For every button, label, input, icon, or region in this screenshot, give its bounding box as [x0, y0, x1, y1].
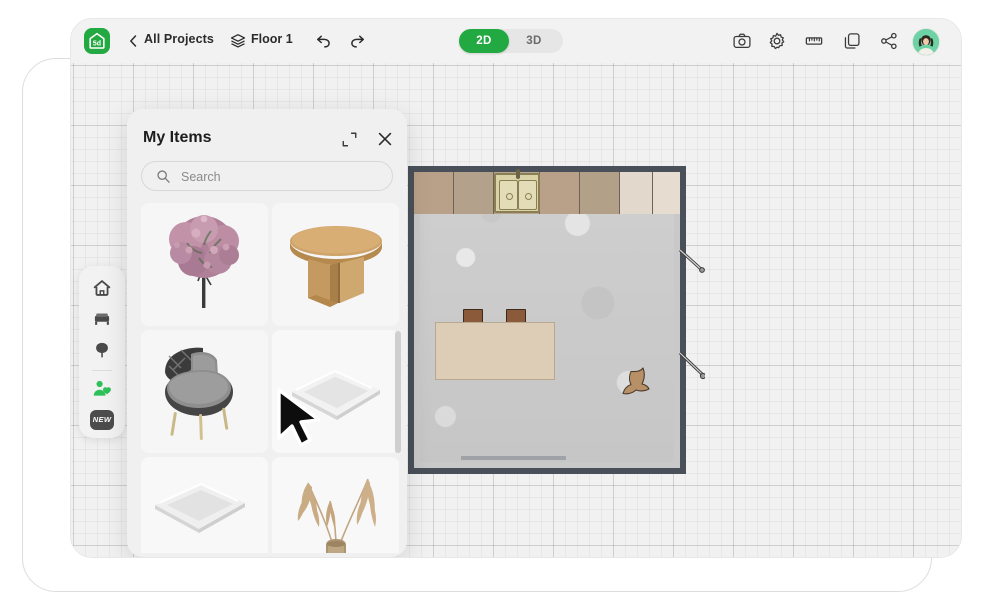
kitchen-sink[interactable] — [494, 169, 540, 213]
round-wooden-table-thumb — [272, 203, 399, 326]
ruler-icon[interactable] — [804, 31, 824, 51]
search-icon — [156, 169, 171, 184]
pampas-grass-vase-thumb — [272, 457, 399, 553]
view-mode-2d[interactable]: 2D — [459, 29, 509, 53]
expand-icon-svg — [342, 132, 357, 147]
panel-title: My Items — [143, 129, 212, 146]
chevron-left-icon — [130, 35, 137, 47]
undo-button[interactable] — [314, 31, 334, 51]
share-icon[interactable] — [879, 31, 899, 51]
home-icon — [93, 280, 111, 297]
counter-cabinet[interactable] — [620, 172, 653, 214]
planner5d-logo-icon: 5d — [89, 32, 105, 49]
scrollbar-thumb[interactable] — [395, 331, 401, 453]
copy-icon-svg — [844, 33, 860, 49]
sidebar-item-home[interactable] — [87, 276, 117, 301]
drain-icon — [525, 192, 532, 200]
user-avatar[interactable] — [912, 28, 940, 56]
back-button[interactable] — [125, 32, 141, 50]
kitchen-counter-row — [414, 172, 680, 214]
close-icon-svg — [378, 132, 392, 146]
gear-icon-svg — [769, 32, 785, 50]
white-square-plate-2-thumb — [141, 457, 268, 553]
counter-cabinet[interactable] — [454, 172, 494, 214]
floor-selector[interactable]: Floor 1 — [251, 32, 293, 46]
item-round-wooden-table[interactable] — [272, 203, 399, 326]
sink-basin-left — [499, 180, 518, 210]
layers-icon[interactable] — [229, 32, 247, 50]
svg-text:5d: 5d — [93, 40, 101, 47]
item-pampas-grass-vase[interactable] — [272, 457, 399, 553]
layers-icon-svg — [230, 34, 246, 48]
item-grey-lounge-chair[interactable] — [141, 330, 268, 453]
top-toolbar: 5d All Projects Floor 1 2D 3D — [71, 19, 961, 64]
sidebar-item-furniture[interactable] — [87, 307, 117, 332]
item-white-square-plate-2[interactable] — [141, 457, 268, 553]
faucet-icon — [516, 169, 520, 179]
door-swing-top[interactable] — [663, 246, 705, 282]
counter-cabinet[interactable] — [414, 172, 454, 214]
all-projects-link[interactable]: All Projects — [144, 32, 214, 46]
pink-flowering-tree-thumb — [141, 203, 268, 326]
redo-button[interactable] — [347, 31, 367, 51]
items-grid — [141, 203, 399, 553]
view-mode-toggle[interactable]: 2D 3D — [459, 29, 563, 53]
floor-texture — [420, 178, 674, 462]
dining-chair[interactable] — [463, 309, 483, 323]
item-white-square-plate[interactable] — [272, 330, 399, 453]
threshold-line — [461, 456, 566, 460]
close-icon[interactable] — [376, 130, 394, 148]
white-square-plate-thumb — [272, 330, 399, 453]
counter-cabinet[interactable] — [653, 172, 680, 214]
item-pink-flowering-tree[interactable] — [141, 203, 268, 326]
my-items-icon — [93, 380, 111, 396]
search-icon-svg — [157, 170, 170, 183]
avatar-image — [913, 29, 939, 55]
app-window: 5d All Projects Floor 1 2D 3D NEW My Ite… — [70, 18, 962, 558]
camera-icon-svg — [733, 33, 751, 48]
rail-divider — [92, 369, 112, 371]
outdoor-tree-icon — [96, 342, 108, 357]
share-icon-svg — [881, 32, 897, 50]
floorplan-canvas[interactable]: NEW My Items — [71, 63, 961, 557]
panel-scrollbar[interactable] — [395, 109, 401, 557]
copy-icon[interactable] — [842, 31, 862, 51]
redo-icon — [351, 35, 364, 48]
counter-cabinet[interactable] — [540, 172, 580, 214]
expand-icon[interactable] — [341, 131, 358, 148]
new-badge-icon: NEW — [90, 409, 114, 430]
camera-icon[interactable] — [732, 31, 752, 51]
sidebar-item-new[interactable]: NEW — [87, 407, 117, 432]
gear-icon[interactable] — [767, 31, 787, 51]
search-input-wrapper[interactable] — [141, 161, 393, 192]
door-swing-bottom[interactable] — [663, 349, 705, 389]
sidebar-item-my-items[interactable] — [87, 377, 117, 402]
search-input[interactable] — [179, 162, 388, 192]
ruler-icon-svg — [805, 37, 823, 45]
view-mode-3d[interactable]: 3D — [509, 29, 559, 53]
furniture-icon — [94, 313, 110, 325]
screenshot-stage: 5d All Projects Floor 1 2D 3D NEW My Ite… — [0, 0, 985, 607]
app-logo[interactable]: 5d — [84, 28, 110, 54]
grey-lounge-chair-thumb — [141, 330, 268, 453]
decor-plant[interactable] — [613, 366, 655, 408]
floor-plan[interactable] — [408, 166, 705, 474]
sink-basin-right — [518, 180, 537, 210]
left-tool-rail: NEW — [79, 266, 125, 438]
my-items-panel: My Items — [127, 109, 407, 557]
sidebar-item-outdoor[interactable] — [87, 337, 117, 362]
counter-cabinet[interactable] — [580, 172, 620, 214]
undo-icon — [317, 35, 330, 48]
dining-table[interactable] — [435, 322, 555, 380]
dining-chair-2[interactable] — [506, 309, 526, 323]
drain-icon — [506, 192, 513, 200]
